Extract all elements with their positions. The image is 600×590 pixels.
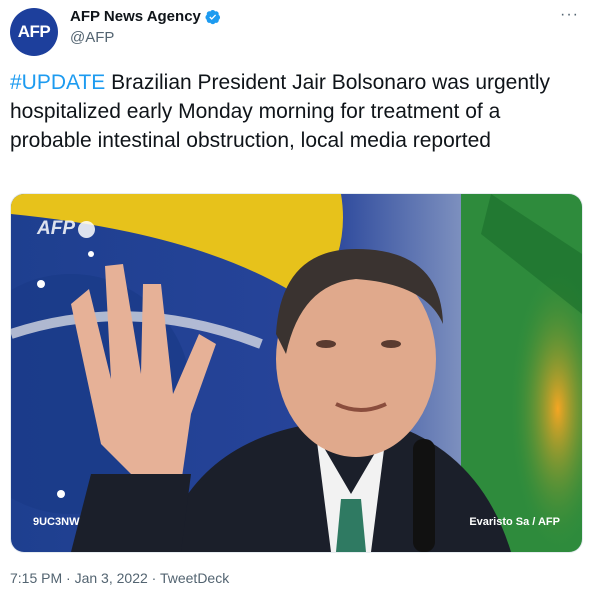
afp-watermark: AFP <box>37 218 95 240</box>
photo-illustration <box>11 194 582 552</box>
more-options-icon[interactable]: ··· <box>560 6 579 24</box>
tweet-metadata: 7:15 PM · Jan 3, 2022 · TweetDeck <box>10 570 229 586</box>
tweet: AFP AFP News Agency @AFP ··· #UPDATE Bra… <box>0 0 600 590</box>
display-name[interactable]: AFP News Agency <box>70 8 201 25</box>
separator: · <box>62 570 75 586</box>
verified-badge-icon <box>205 9 220 24</box>
watermark-dot-icon <box>78 220 95 238</box>
handle[interactable]: @AFP <box>70 29 114 46</box>
watermark-text: AFP <box>37 218 75 239</box>
tweet-date[interactable]: Jan 3, 2022 <box>75 570 148 586</box>
tweet-text: #UPDATE Brazilian President Jair Bolsona… <box>10 68 580 155</box>
tweet-source: TweetDeck <box>159 570 230 586</box>
author-row: AFP News Agency <box>70 8 221 25</box>
tweet-photo[interactable]: AFP 9UC3NW Evaristo Sa / AFP <box>10 193 583 553</box>
tweet-time[interactable]: 7:15 PM <box>10 570 62 586</box>
photo-id: 9UC3NW <box>33 516 80 528</box>
photo-credit: Evaristo Sa / AFP <box>469 516 560 528</box>
separator: · <box>147 570 160 586</box>
avatar[interactable]: AFP <box>10 8 58 56</box>
hashtag-link[interactable]: #UPDATE <box>10 71 105 94</box>
avatar-text: AFP <box>17 22 51 41</box>
